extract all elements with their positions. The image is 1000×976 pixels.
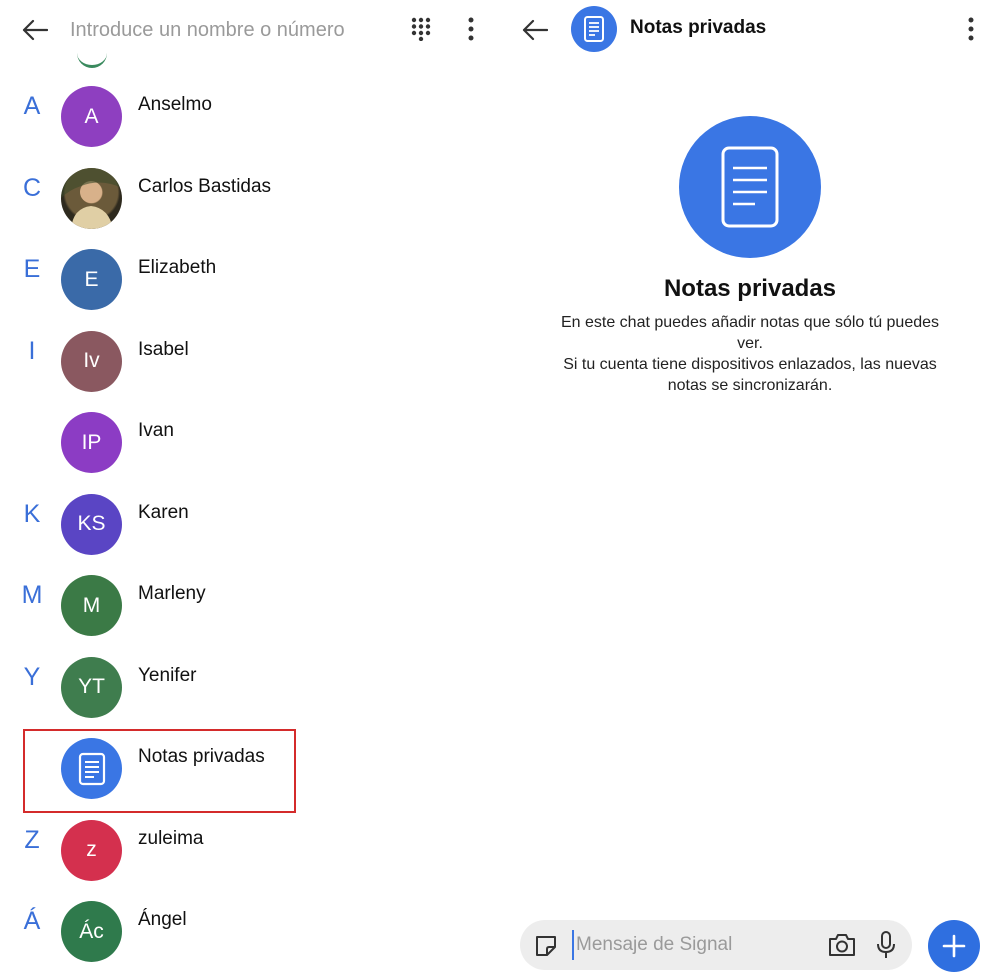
- contact-name: Yenifer: [138, 664, 197, 686]
- plus-icon[interactable]: [928, 920, 980, 972]
- message-composer: [520, 920, 912, 970]
- contact-row-anselmo[interactable]: A A Anselmo: [0, 72, 500, 154]
- contact-row-isabel[interactable]: I Iv Isabel: [0, 317, 500, 399]
- contact-row-elizabeth[interactable]: E E Elizabeth: [0, 235, 500, 317]
- avatar: A: [61, 86, 122, 147]
- intro-line: En este chat puedes añadir notas que sól…: [560, 314, 940, 352]
- note-icon: [679, 116, 821, 258]
- contact-name: Karen: [138, 501, 189, 523]
- dialpad-icon[interactable]: [404, 11, 438, 47]
- avatar-initials: z: [86, 838, 97, 861]
- search-input[interactable]: [70, 14, 390, 46]
- contact-row-ivan[interactable]: IP Ivan: [0, 398, 500, 480]
- contact-row-carlos-bastidas[interactable]: C Carlos Bastidas: [0, 154, 500, 236]
- avatar-initials: Iv: [83, 349, 100, 372]
- avatar: z: [61, 819, 122, 881]
- chat-title[interactable]: Notas privadas: [630, 17, 766, 39]
- section-letter: Y: [23, 662, 41, 691]
- chat-pane: Notas privadas Notas privadas En este ch…: [500, 0, 1000, 976]
- section-letter: M: [21, 581, 43, 609]
- contact-name: Isabel: [138, 338, 189, 360]
- intro-description: En este chat puedes añadir notas que sól…: [550, 312, 950, 396]
- more-vert-icon[interactable]: [458, 11, 484, 47]
- contact-row-karen[interactable]: K KS Karen: [0, 480, 500, 562]
- sticker-icon[interactable]: [532, 932, 560, 960]
- back-arrow-icon[interactable]: [18, 13, 52, 47]
- note-icon[interactable]: [571, 6, 617, 52]
- avatar: KS: [61, 493, 122, 555]
- avatar: Ác: [61, 901, 122, 962]
- section-letter: K: [23, 499, 41, 528]
- contact-name: Anselmo: [138, 94, 212, 115]
- avatar-initials: IP: [81, 430, 102, 454]
- contact-row-yenifer[interactable]: Y YT Yenifer: [0, 643, 500, 725]
- contact-row-angel[interactable]: Á Ác Ángel: [0, 887, 500, 969]
- avatar-initials: Ác: [79, 919, 104, 943]
- more-vert-icon[interactable]: [958, 11, 984, 47]
- highlight-box: [23, 729, 296, 813]
- section-letter: Á: [23, 907, 41, 935]
- avatar: IP: [61, 412, 122, 473]
- avatar: Iv: [61, 330, 122, 392]
- camera-icon[interactable]: [826, 930, 858, 960]
- avatar-initials: E: [84, 267, 99, 291]
- avatar-initials: YT: [78, 675, 105, 698]
- section-letter: A: [23, 92, 41, 120]
- avatar: [77, 38, 107, 68]
- avatar-photo: [61, 167, 122, 229]
- contact-row-zuleima[interactable]: Z z zuleima: [0, 806, 500, 888]
- avatar-initials: A: [84, 104, 99, 128]
- avatar: YT: [61, 656, 122, 718]
- section-letter: E: [23, 255, 41, 283]
- contact-name: Marleny: [138, 583, 206, 604]
- avatar: M: [61, 575, 122, 636]
- contact-name: Ángel: [138, 909, 187, 930]
- contact-name: Ivan: [138, 420, 174, 441]
- back-arrow-icon[interactable]: [518, 13, 552, 47]
- contact-picker-pane: A A Anselmo C Carlos Bastidas E E Elizab…: [0, 0, 500, 976]
- avatar-initials: M: [82, 593, 101, 617]
- contact-name: zuleima: [138, 827, 204, 849]
- intro-title: Notas privadas: [663, 275, 837, 302]
- contact-list: A A Anselmo C Carlos Bastidas E E Elizab…: [0, 72, 500, 969]
- section-letter: Z: [24, 825, 40, 854]
- message-input[interactable]: [572, 930, 812, 960]
- contact-name: Elizabeth: [138, 257, 217, 278]
- avatar-initials: KS: [77, 512, 106, 535]
- contact-picker-toolbar: [0, 0, 500, 68]
- section-letter: C: [22, 173, 42, 202]
- contact-row-marleny[interactable]: M M Marleny: [0, 561, 500, 643]
- contact-name: Carlos Bastidas: [138, 175, 272, 197]
- intro-line: Si tu cuenta tiene dispositivos enlazado…: [563, 356, 937, 394]
- avatar: E: [61, 249, 122, 310]
- section-letter: I: [28, 336, 36, 365]
- microphone-icon[interactable]: [872, 929, 900, 961]
